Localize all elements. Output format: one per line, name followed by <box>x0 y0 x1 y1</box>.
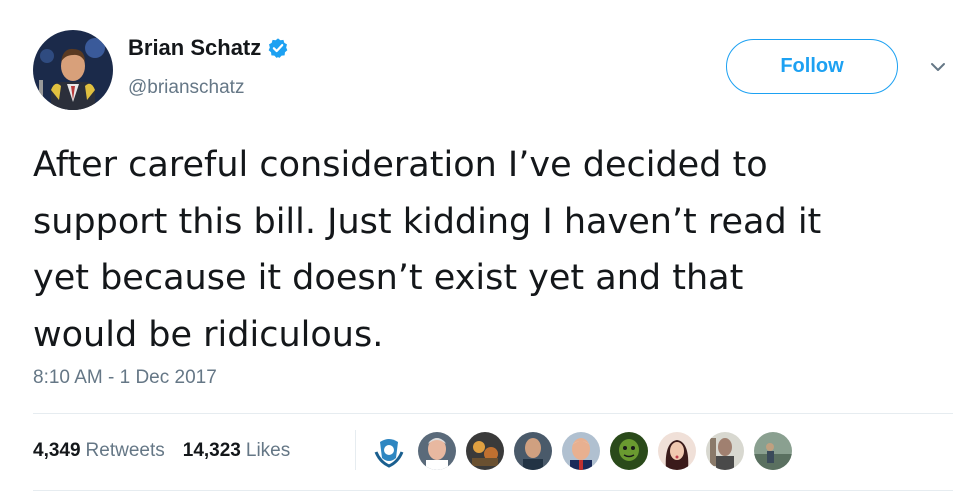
divider <box>33 413 953 414</box>
tweet-text-line: After careful consideration I’ve decided… <box>33 145 768 185</box>
follow-button[interactable]: Follow <box>726 39 898 94</box>
engagement-stats: 4,349 Retweets 14,323 Likes <box>33 440 290 462</box>
liker-avatar[interactable] <box>610 432 648 470</box>
author-name-row: Brian Schatz <box>128 35 289 61</box>
liker-avatar[interactable] <box>418 432 456 470</box>
author-handle[interactable]: @brianschatz <box>128 77 244 99</box>
liker-avatar[interactable] <box>706 432 744 470</box>
likes-label: Likes <box>245 440 291 461</box>
liker-avatar[interactable] <box>514 432 552 470</box>
liker-avatar[interactable] <box>562 432 600 470</box>
liker-avatars <box>370 432 802 470</box>
author-name[interactable]: Brian Schatz <box>128 35 261 61</box>
tweet-text: After careful consideration I’ve decided… <box>33 137 963 363</box>
retweets-count: 4,349 <box>33 440 81 461</box>
tweet-text-line: would be ridiculous. <box>33 314 384 355</box>
verified-badge-icon <box>267 37 289 59</box>
chevron-down-icon[interactable] <box>928 60 948 74</box>
likes-stat[interactable]: 14,323 Likes <box>183 440 290 462</box>
retweets-stat[interactable]: 4,349 Retweets <box>33 440 165 462</box>
likes-count: 14,323 <box>182 440 241 461</box>
tweet-timestamp[interactable]: 8:10 AM - 1 Dec 2017 <box>33 367 217 389</box>
tweet-text-line: yet because it doesn’t exist yet and tha… <box>33 258 744 298</box>
liker-avatar[interactable] <box>658 432 696 470</box>
divider <box>33 490 953 491</box>
retweets-label: Retweets <box>85 440 165 461</box>
tweet-text-line: support this bill. Just kidding I haven’… <box>33 201 822 242</box>
liker-avatar[interactable] <box>466 432 504 470</box>
author-avatar[interactable] <box>33 30 113 110</box>
stats-separator <box>355 430 356 470</box>
liker-avatar[interactable] <box>754 432 792 470</box>
liker-avatar[interactable] <box>370 432 408 470</box>
